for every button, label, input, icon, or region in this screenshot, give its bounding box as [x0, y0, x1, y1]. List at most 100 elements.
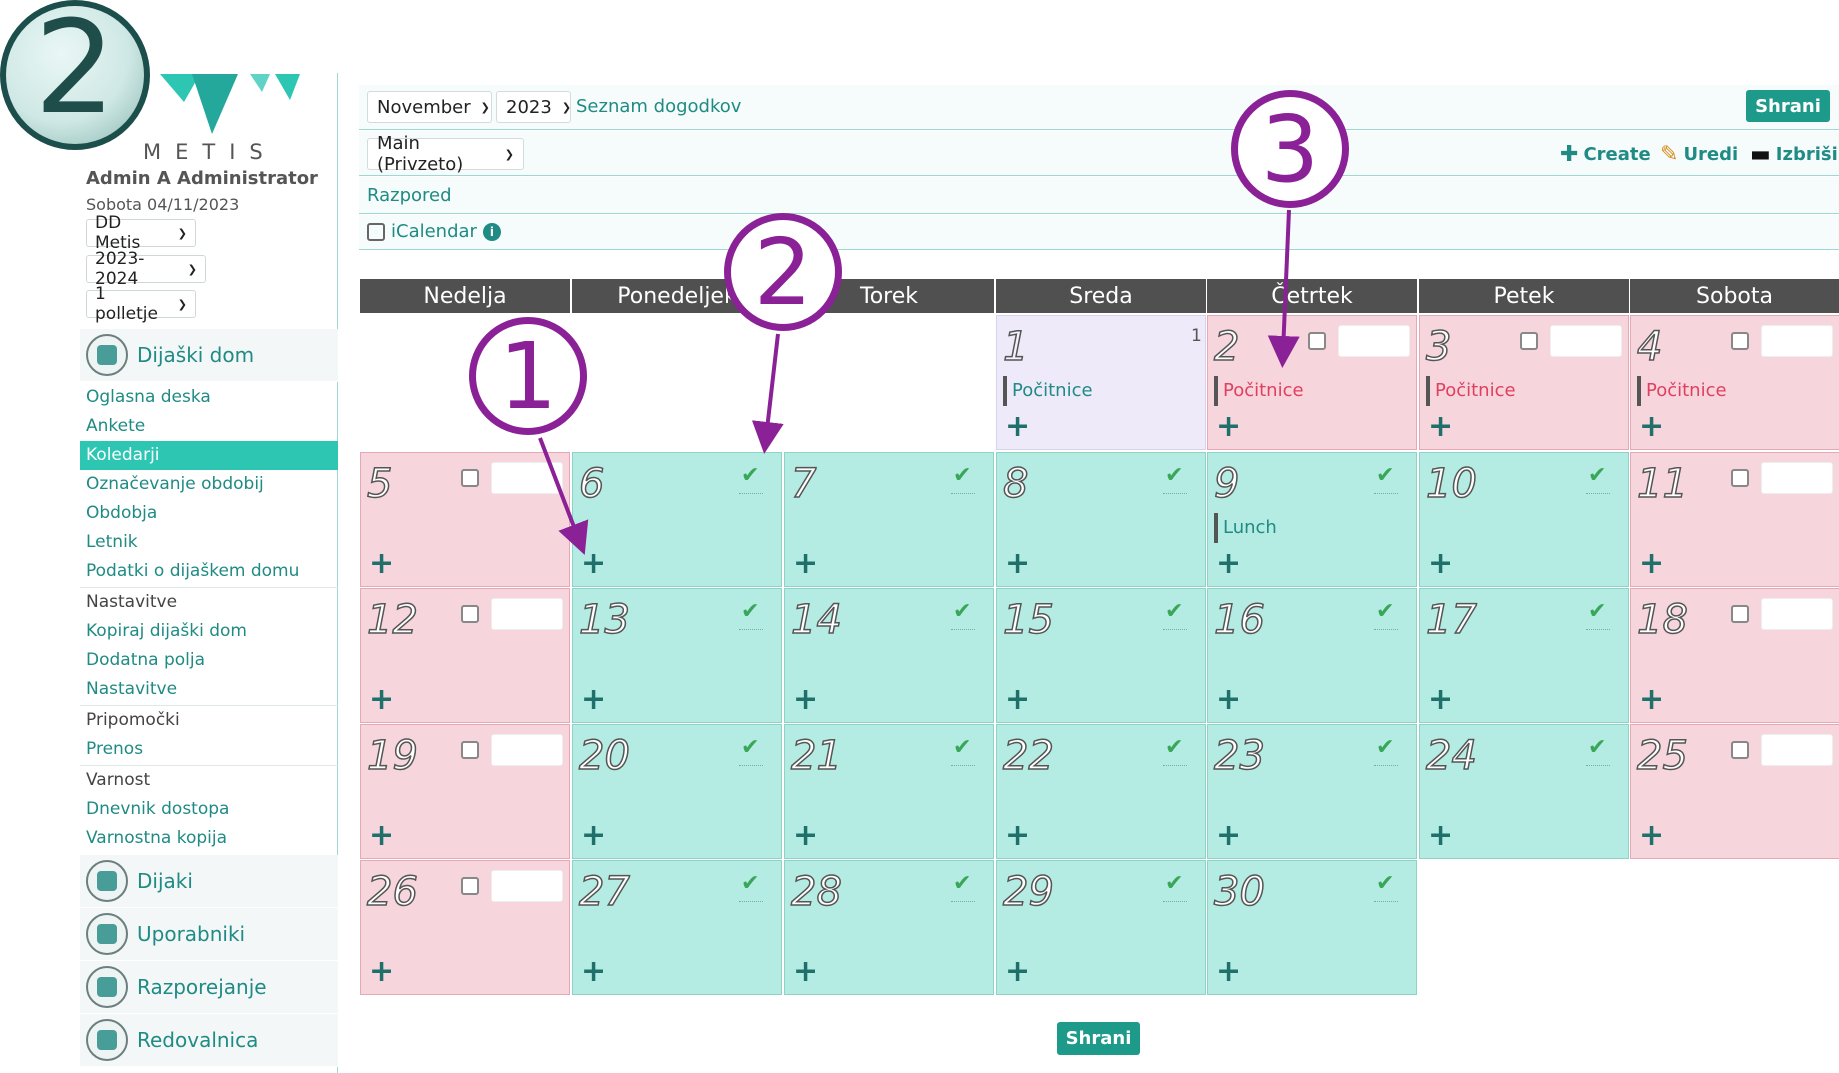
calendar-day-cell[interactable]: 27 ✔ +: [572, 860, 782, 995]
workday-check-icon[interactable]: ✔: [1162, 735, 1188, 766]
calendar-day-cell[interactable]: 6 ✔ +: [572, 452, 782, 587]
add-event-icon[interactable]: +: [1216, 412, 1241, 442]
menu-oglasna-deska[interactable]: Oglasna deska: [80, 383, 338, 412]
add-event-icon[interactable]: +: [1639, 412, 1664, 442]
add-event-icon[interactable]: +: [581, 821, 606, 851]
workday-checkbox[interactable]: [1731, 605, 1749, 623]
schedule-link[interactable]: Razpored: [367, 185, 452, 206]
workday-check-icon[interactable]: ✔: [738, 599, 764, 630]
calendar-day-cell[interactable]: 7 ✔ +: [784, 452, 994, 587]
workday-checkbox[interactable]: [1731, 741, 1749, 759]
section-redovalnica[interactable]: Redovalnica: [80, 1014, 338, 1067]
workday-checkbox[interactable]: [1308, 332, 1326, 350]
calendar-day-cell[interactable]: 28 ✔ +: [784, 860, 994, 995]
menu-varnostna-kopija[interactable]: Varnostna kopija: [80, 824, 338, 853]
day-note-input[interactable]: [1761, 734, 1833, 766]
workday-check-icon[interactable]: ✔: [950, 463, 976, 494]
calendar-event[interactable]: Počitnice: [1637, 376, 1727, 406]
day-note-input[interactable]: [1761, 598, 1833, 630]
workday-checkbox[interactable]: [461, 877, 479, 895]
semester-select[interactable]: 1 polletje ❯: [86, 284, 196, 324]
day-note-input[interactable]: [491, 462, 563, 494]
day-note-input[interactable]: [491, 734, 563, 766]
add-event-icon[interactable]: +: [1005, 957, 1030, 987]
section-dijaki[interactable]: Dijaki: [80, 855, 338, 908]
calendar-day-cell[interactable]: 11 +: [1630, 452, 1839, 587]
add-event-icon[interactable]: +: [369, 957, 394, 987]
workday-check-icon[interactable]: ✔: [1373, 735, 1399, 766]
workday-check-icon[interactable]: ✔: [1373, 599, 1399, 630]
section-dijaski-dom[interactable]: Dijaški dom: [80, 329, 338, 382]
menu-obdobja[interactable]: Obdobja: [80, 499, 338, 528]
calendar-event[interactable]: Počitnice: [1214, 376, 1304, 406]
menu-letnik[interactable]: Letnik: [80, 528, 338, 557]
school-year-select[interactable]: 2023-2024 ❯: [86, 249, 206, 289]
workday-check-icon[interactable]: ✔: [1162, 599, 1188, 630]
section-razporejanje[interactable]: Razporejanje: [80, 961, 338, 1014]
workday-checkbox[interactable]: [461, 605, 479, 623]
delete-button[interactable]: ▬ Izbriši: [1750, 142, 1838, 167]
calendar-day-cell[interactable]: 15 ✔ +: [996, 588, 1206, 723]
workday-check-icon[interactable]: ✔: [1585, 599, 1611, 630]
menu-prenos[interactable]: Prenos: [80, 735, 338, 764]
add-event-icon[interactable]: +: [1428, 685, 1453, 715]
add-event-icon[interactable]: +: [581, 957, 606, 987]
workday-checkbox[interactable]: [461, 741, 479, 759]
calendar-day-cell[interactable]: 30 ✔ +: [1207, 860, 1417, 995]
menu-oznacevanje-obdobij[interactable]: Označevanje obdobij: [80, 470, 338, 499]
workday-check-icon[interactable]: ✔: [950, 599, 976, 630]
add-event-icon[interactable]: +: [369, 821, 394, 851]
add-event-icon[interactable]: +: [1216, 549, 1241, 579]
add-event-icon[interactable]: +: [793, 821, 818, 851]
menu-koledarji[interactable]: Koledarji: [80, 441, 338, 470]
menu-kopiraj-dijaski-dom[interactable]: Kopiraj dijaški dom: [80, 617, 338, 646]
day-note-input[interactable]: [1550, 325, 1622, 357]
workday-checkbox[interactable]: [1520, 332, 1538, 350]
add-event-icon[interactable]: +: [1005, 412, 1030, 442]
workday-check-icon[interactable]: ✔: [738, 871, 764, 902]
add-event-icon[interactable]: +: [793, 957, 818, 987]
calendar-day-cell[interactable]: 8 ✔ +: [996, 452, 1206, 587]
save-button-top[interactable]: Shrani: [1746, 90, 1830, 122]
menu-dnevnik-dostopa[interactable]: Dnevnik dostopa: [80, 795, 338, 824]
calendar-day-cell[interactable]: 2 Počitnice +: [1207, 315, 1417, 450]
add-event-icon[interactable]: +: [1428, 412, 1453, 442]
calendar-day-cell[interactable]: 21 ✔ +: [784, 724, 994, 859]
calendar-event[interactable]: Počitnice: [1003, 376, 1093, 406]
add-event-icon[interactable]: +: [1639, 685, 1664, 715]
info-icon[interactable]: i: [482, 222, 501, 241]
calendar-day-cell[interactable]: 26 +: [360, 860, 570, 995]
add-event-icon[interactable]: +: [1639, 549, 1664, 579]
year-select[interactable]: 2023 ❯: [496, 91, 571, 123]
menu-podatki-o-dijaskem-domu[interactable]: Podatki o dijaškem domu: [80, 557, 338, 586]
dorm-select[interactable]: DD Metis ❯: [86, 213, 196, 253]
calendar-day-cell[interactable]: 25 +: [1630, 724, 1839, 859]
add-event-icon[interactable]: +: [1005, 685, 1030, 715]
calendar-event[interactable]: Lunch: [1214, 513, 1277, 543]
workday-check-icon[interactable]: ✔: [1585, 735, 1611, 766]
save-button-bottom[interactable]: Shrani: [1057, 1022, 1140, 1055]
calendar-day-cell[interactable]: 29 ✔ +: [996, 860, 1206, 995]
calendar-day-cell[interactable]: 20 ✔ +: [572, 724, 782, 859]
add-event-icon[interactable]: +: [369, 549, 394, 579]
calendar-day-cell[interactable]: 3 Počitnice +: [1419, 315, 1629, 450]
workday-check-icon[interactable]: ✔: [738, 463, 764, 494]
add-event-icon[interactable]: +: [1639, 821, 1664, 851]
day-note-input[interactable]: [1761, 325, 1833, 357]
add-event-icon[interactable]: +: [793, 685, 818, 715]
calendar-event[interactable]: Počitnice: [1426, 376, 1516, 406]
menu-dodatna-polja[interactable]: Dodatna polja: [80, 646, 338, 675]
add-event-icon[interactable]: +: [793, 549, 818, 579]
section-uporabniki[interactable]: Uporabniki: [80, 908, 338, 961]
calendar-day-cell[interactable]: 18 +: [1630, 588, 1839, 723]
day-note-input[interactable]: [1761, 462, 1833, 494]
add-event-icon[interactable]: +: [1216, 685, 1241, 715]
add-event-icon[interactable]: +: [1428, 549, 1453, 579]
calendar-day-cell[interactable]: 12 +: [360, 588, 570, 723]
workday-check-icon[interactable]: ✔: [950, 871, 976, 902]
month-select[interactable]: November ❯: [367, 91, 492, 123]
workday-checkbox[interactable]: [461, 469, 479, 487]
workday-check-icon[interactable]: ✔: [1373, 463, 1399, 494]
calendar-day-cell[interactable]: 22 ✔ +: [996, 724, 1206, 859]
day-note-input[interactable]: [491, 870, 563, 902]
